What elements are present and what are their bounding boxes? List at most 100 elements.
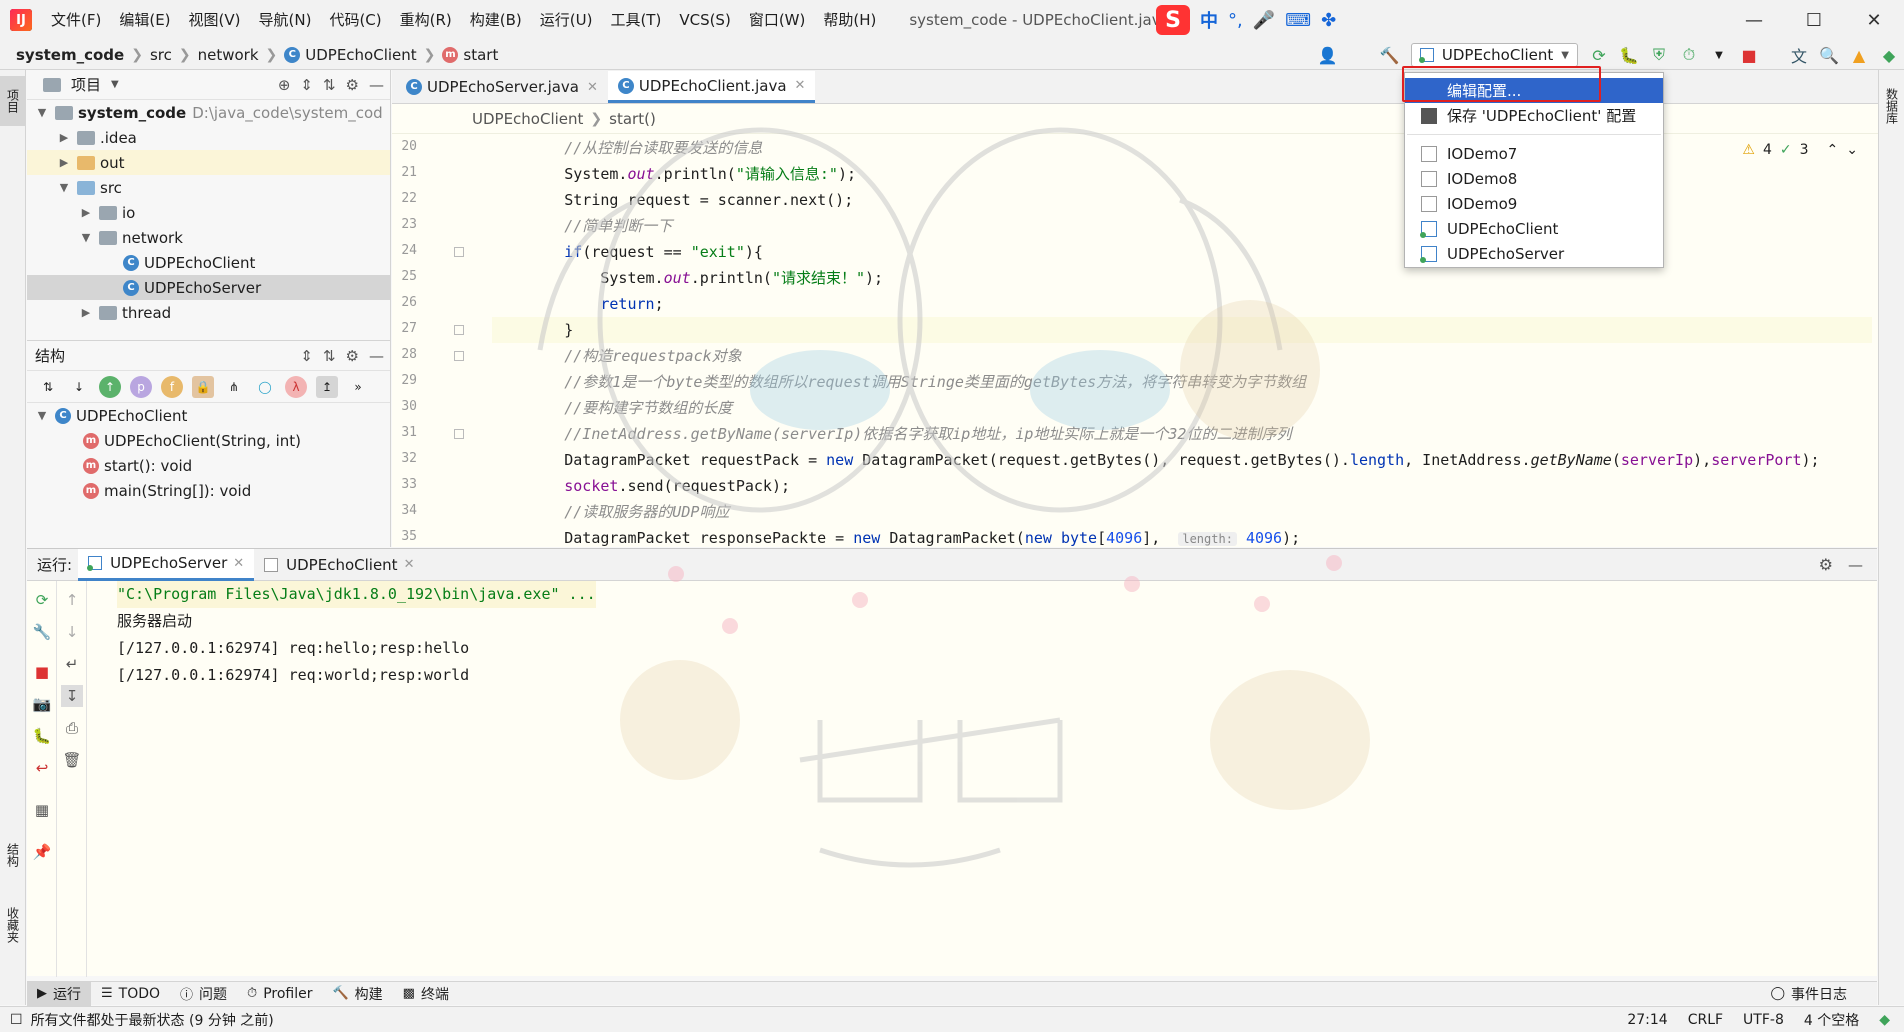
gear-icon[interactable]: ⚙ — [346, 76, 359, 94]
structure-member-row[interactable]: m UDPEchoClient(String, int) — [27, 428, 390, 453]
translate-icon[interactable]: 文 — [1787, 43, 1811, 67]
chevron-down-icon[interactable]: ▼ — [1707, 43, 1731, 67]
sogou-ime-icon[interactable]: S — [1156, 5, 1190, 35]
tree-node-out[interactable]: ▶ out — [27, 150, 390, 175]
gear-icon[interactable]: ⚙ — [346, 347, 359, 365]
show-lambdas-icon[interactable]: ◯ — [254, 376, 276, 398]
close-tab-icon[interactable]: ✕ — [404, 557, 415, 572]
run-tab-udpechoclient[interactable]: UDPEchoClient ✕ — [254, 549, 424, 581]
maximize-icon[interactable]: ☐ — [1784, 0, 1844, 40]
menu-edit[interactable]: 编辑(E) — [110, 0, 179, 40]
tool-tab-problems[interactable]: ⓘ 问题 — [170, 982, 237, 1006]
status-checkbox-icon[interactable]: ☐ — [10, 1012, 23, 1028]
wrench-icon[interactable]: 🔧 — [31, 621, 53, 643]
config-item-udpechoserver[interactable]: UDPEchoServer — [1405, 241, 1663, 266]
show-fields-icon[interactable]: f — [161, 375, 183, 398]
line-separator[interactable]: CRLF — [1688, 1012, 1723, 1028]
arrow-down-icon[interactable]: ↓ — [61, 621, 83, 643]
menu-view[interactable]: 视图(V) — [180, 0, 250, 40]
minimize-icon[interactable]: — — [1724, 0, 1784, 40]
structure-class-row[interactable]: ▼ C UDPEchoClient — [27, 403, 390, 428]
menu-file[interactable]: 文件(F) — [42, 0, 110, 40]
tree-node-idea[interactable]: ▶ .idea — [27, 125, 390, 150]
code-area[interactable]: //从控制台读取要发送的信息 System.out.println("请输入信息… — [492, 135, 1872, 547]
tool-tab-profiler[interactable]: ⏱ Profiler — [237, 982, 322, 1006]
edit-configurations-item[interactable]: 编辑配置... — [1405, 78, 1663, 103]
chevron-right-icon[interactable]: ▶ — [79, 206, 93, 219]
fold-icon[interactable] — [454, 429, 464, 439]
config-item-iodemo8[interactable]: IODemo8 — [1405, 166, 1663, 191]
tab-udpechoclient[interactable]: C UDPEchoClient.java ✕ — [607, 71, 816, 103]
run-config-selector[interactable]: UDPEchoClient ▼ — [1410, 43, 1578, 67]
breadcrumb-class[interactable]: C UDPEchoClient — [284, 46, 417, 64]
tree-node-network[interactable]: ▼ network — [27, 225, 390, 250]
structure-member-row[interactable]: m main(String[]): void — [27, 478, 390, 503]
gear-icon[interactable]: ⚙ — [1819, 555, 1833, 574]
debug-bug-icon[interactable]: 🐛 — [1617, 43, 1641, 67]
chevron-down-icon[interactable]: ▼ — [79, 231, 93, 244]
arrow-up-icon[interactable]: ↑ — [61, 589, 83, 611]
menu-vcs[interactable]: VCS(S) — [670, 0, 739, 40]
file-encoding[interactable]: UTF-8 — [1743, 1012, 1784, 1028]
tree-node-udpechoclient[interactable]: C UDPEchoClient — [27, 250, 390, 275]
chevron-down-icon[interactable]: ▼ — [111, 79, 119, 90]
tab-udpechoserver[interactable]: C UDPEchoServer.java ✕ — [396, 71, 608, 103]
rerun-icon[interactable]: ⟳ — [31, 589, 53, 611]
fold-icon[interactable] — [454, 351, 464, 361]
show-anonymous-icon[interactable]: ⋔ — [223, 376, 245, 398]
chevron-right-icon[interactable]: ▶ — [57, 156, 71, 169]
tool-tab-build[interactable]: 🔨 构建 — [322, 982, 392, 1006]
sort-alpha-icon[interactable]: ↓ — [68, 376, 90, 398]
expand-all-icon[interactable]: ⇕ — [300, 76, 313, 94]
stop-icon[interactable]: ■ — [1737, 43, 1761, 67]
tree-node-io[interactable]: ▶ io — [27, 200, 390, 225]
menu-run[interactable]: 运行(U) — [531, 0, 602, 40]
breadcrumb-method[interactable]: m start — [442, 46, 498, 64]
ime-toolbox-icon[interactable]: ✤ — [1321, 10, 1336, 31]
chevron-down-icon[interactable]: ▼ — [57, 181, 71, 194]
breadcrumb-network[interactable]: network — [198, 46, 259, 64]
menu-tools[interactable]: 工具(T) — [601, 0, 670, 40]
show-properties-icon[interactable]: p — [130, 375, 152, 398]
tool-tab-terminal[interactable]: ▩ 终端 — [393, 982, 459, 1006]
menu-build[interactable]: 构建(B) — [461, 0, 531, 40]
plugin-status-icon[interactable]: ◆ — [1879, 1012, 1890, 1028]
close-tab-icon[interactable]: ✕ — [795, 78, 806, 93]
print-icon[interactable]: ⎙ — [61, 717, 83, 739]
tree-root[interactable]: ▼ system_code D:\java_code\system_cod — [27, 100, 390, 125]
favorites-tool-tab[interactable]: 收藏夹 — [0, 890, 26, 960]
search-icon[interactable]: 🔍 — [1817, 43, 1841, 67]
chevron-down-icon[interactable]: ▼ — [35, 409, 49, 422]
caret-position[interactable]: 27:14 — [1627, 1012, 1667, 1028]
structure-member-row[interactable]: m start(): void — [27, 453, 390, 478]
config-item-iodemo7[interactable]: IODemo7 — [1405, 141, 1663, 166]
ime-punctuation-icon[interactable]: °, — [1228, 10, 1243, 31]
profile-icon[interactable]: ⏱ — [1677, 43, 1701, 67]
coverage-icon[interactable]: ⛨ — [1647, 43, 1671, 67]
hide-panel-icon[interactable]: — — [369, 76, 384, 94]
menu-refactor[interactable]: 重构(R) — [391, 0, 461, 40]
trash-icon[interactable]: 🗑 — [61, 749, 83, 771]
show-inherited-icon[interactable]: ↑ — [99, 375, 121, 398]
scroll-to-end-icon[interactable]: ↧ — [61, 685, 83, 707]
ime-mic-icon[interactable]: 🎤 — [1253, 10, 1275, 31]
menu-code[interactable]: 代码(C) — [320, 0, 390, 40]
locate-icon[interactable]: ⊕ — [278, 76, 291, 94]
tool-tab-event-log[interactable]: ◯ 事件日志 — [1760, 982, 1857, 1006]
ime-chinese-mode[interactable]: 中 — [1200, 7, 1218, 33]
ime-keyboard-icon[interactable]: ⌨ — [1285, 10, 1311, 31]
fold-icon[interactable] — [454, 247, 464, 257]
hide-panel-icon[interactable]: — — [1848, 556, 1863, 574]
lambda-icon[interactable]: λ — [285, 375, 307, 398]
config-item-iodemo9[interactable]: IODemo9 — [1405, 191, 1663, 216]
menu-window[interactable]: 窗口(W) — [740, 0, 815, 40]
editor-breadcrumb-class[interactable]: UDPEchoClient — [472, 110, 583, 128]
hide-panel-icon[interactable]: — — [369, 347, 384, 365]
rerun-icon[interactable]: ⟳ — [1587, 43, 1611, 67]
chevron-down-icon[interactable]: ▼ — [35, 106, 49, 119]
chevron-right-icon[interactable]: ▶ — [57, 131, 71, 144]
fold-icon[interactable] — [454, 325, 464, 335]
menu-navigate[interactable]: 导航(N) — [250, 0, 321, 40]
collapse-all-icon[interactable]: ⇅ — [323, 347, 336, 365]
chevron-right-icon[interactable]: ▶ — [79, 306, 93, 319]
